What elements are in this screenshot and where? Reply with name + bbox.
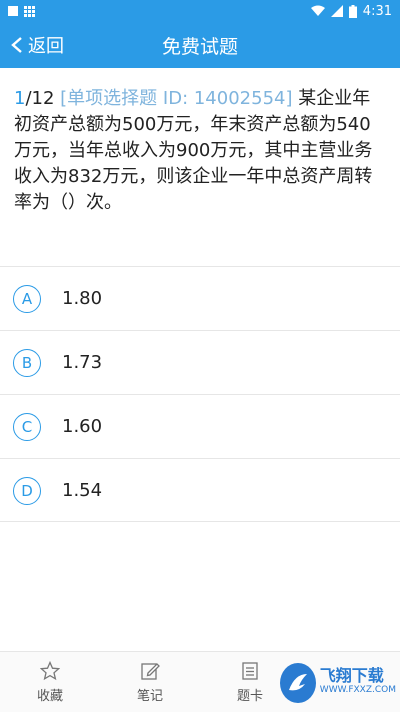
question-block: 1/12 [单项选择题 ID: 14002554] 某企业年初资产总额为500万… (14, 86, 386, 216)
watermark-text: 飞翔下载 WWW.FXXZ.COM (319, 666, 396, 697)
star-icon (40, 660, 60, 680)
tab-favorite-label: 收藏 (36, 688, 63, 704)
question-tag: [单项选择题 ID: 14002554] (60, 88, 293, 109)
back-button[interactable]: 返回 (10, 22, 64, 68)
app-header: 返回 免费试题 (0, 22, 400, 68)
option-d[interactable]: D 1.54 (0, 459, 400, 522)
status-bar: 4:31 (0, 0, 400, 22)
watermark-logo-icon (280, 663, 316, 703)
divider (0, 521, 400, 522)
option-letter: C (13, 412, 41, 441)
option-letter: B (13, 348, 41, 377)
option-text: 1.80 (62, 288, 103, 309)
tab-notes-label: 笔记 (136, 688, 163, 704)
notification-icon (8, 6, 18, 16)
question-total: /12 (25, 88, 55, 109)
tab-favorite[interactable]: 收藏 (15, 652, 85, 712)
status-right: 4:31 (310, 3, 392, 19)
status-time: 4:31 (362, 3, 392, 19)
option-letter: A (13, 284, 41, 313)
back-label: 返回 (28, 36, 64, 57)
option-text: 1.73 (62, 352, 103, 373)
edit-note-icon (141, 662, 160, 680)
battery-icon (348, 4, 357, 18)
tab-answer-card-label: 题卡 (236, 688, 263, 704)
question-number: 1 (14, 88, 26, 109)
tab-notes[interactable]: 笔记 (115, 652, 185, 712)
option-c[interactable]: C 1.60 (0, 395, 400, 458)
tab-answer-card[interactable]: 题卡 (215, 652, 285, 712)
wifi-icon (310, 5, 325, 16)
answer-card-icon (242, 661, 258, 680)
site-watermark: 飞翔下载 WWW.FXXZ.COM (280, 660, 396, 706)
option-a[interactable]: A 1.80 (0, 267, 400, 330)
option-b[interactable]: B 1.73 (0, 331, 400, 394)
option-text: 1.60 (62, 416, 103, 437)
app-grid-icon (24, 5, 35, 17)
status-left (8, 5, 35, 17)
option-text: 1.54 (62, 480, 103, 501)
chevron-left-icon (11, 37, 22, 53)
watermark-sub: WWW.FXXZ.COM (319, 685, 396, 695)
option-letter: D (13, 476, 41, 505)
signal-icon (330, 5, 343, 17)
watermark-main: 飞翔下载 (319, 666, 384, 685)
